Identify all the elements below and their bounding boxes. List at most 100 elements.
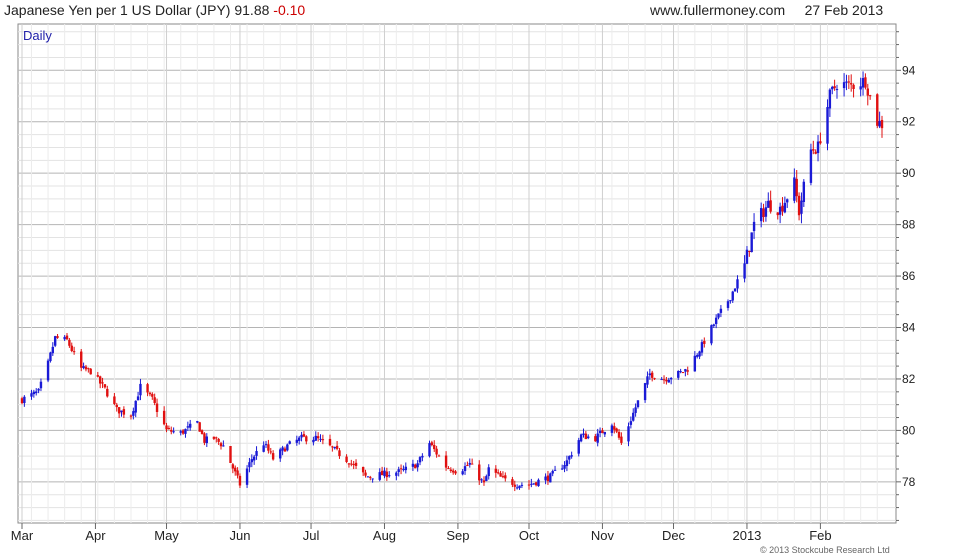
candle-body (845, 81, 848, 83)
copyright-notice: © 2013 Stockcube Research Ltd (760, 545, 890, 555)
candle-body (648, 373, 652, 376)
candle-body (305, 436, 308, 442)
candle-body (134, 400, 137, 413)
y-tick-label: 82 (902, 372, 916, 386)
candle-body (504, 475, 507, 479)
candle-body (238, 475, 242, 486)
candle-body (613, 426, 616, 430)
candle-body (30, 393, 33, 397)
candle-body (136, 396, 140, 401)
candle-body (831, 86, 834, 90)
candle-body (53, 336, 57, 346)
candle-body (485, 476, 488, 482)
candle-body (236, 470, 239, 476)
candle-body (693, 355, 697, 372)
candle-body (494, 468, 498, 473)
candle-body (515, 487, 519, 489)
candle-body (461, 471, 464, 475)
candle-body (861, 78, 865, 88)
x-tick-label: Feb (809, 528, 831, 543)
candle-body (726, 301, 730, 308)
candle-body (712, 324, 715, 326)
candle-body (186, 426, 190, 428)
candle-body (139, 383, 142, 396)
candle-body (532, 483, 535, 485)
candle-body (364, 472, 367, 476)
candle-body (347, 463, 351, 465)
candle-body (783, 202, 787, 213)
candle-body (165, 425, 168, 430)
candle (579, 433, 583, 443)
candle-body (229, 446, 232, 463)
candle-body (46, 360, 50, 381)
x-tick-label: Dec (662, 528, 686, 543)
candle-body (113, 396, 116, 404)
y-tick-label: 78 (902, 475, 916, 489)
candle-body (380, 470, 384, 476)
candle-body (338, 450, 341, 457)
candle-body (868, 95, 872, 97)
candle-body (454, 471, 457, 474)
candle-body (451, 470, 455, 473)
candle-body (98, 376, 102, 384)
candle-body (302, 434, 306, 437)
candle-body (72, 351, 76, 353)
candle-body (745, 249, 749, 264)
period-label: Daily (23, 28, 52, 43)
candle-body (470, 463, 474, 465)
x-tick-label: Nov (591, 528, 615, 543)
candle-body (345, 456, 348, 463)
candle-body (563, 465, 566, 469)
candle-body (395, 472, 398, 476)
candle-body (579, 434, 583, 442)
candle-body (231, 464, 235, 469)
candle-body (795, 178, 798, 197)
candle-body (23, 396, 26, 404)
candle-body (297, 437, 301, 441)
candle (428, 440, 431, 458)
candle-body (350, 463, 353, 465)
candle-body (603, 432, 607, 435)
candle-body (800, 200, 803, 214)
candle-body (499, 473, 502, 477)
candle-body (430, 442, 434, 446)
candle-body (463, 466, 467, 471)
candle-body (132, 411, 135, 416)
candle-body (537, 479, 540, 487)
candle-body (513, 484, 516, 487)
candle-body (319, 438, 322, 440)
candle-body (179, 431, 182, 433)
candle (89, 367, 92, 375)
candle-body (222, 445, 225, 447)
candle (733, 288, 737, 292)
candle-body (518, 485, 521, 489)
candle-body (776, 212, 779, 216)
candle-body (219, 443, 223, 447)
candle-body (880, 119, 884, 129)
candle-body (300, 434, 303, 438)
candle-body (383, 470, 386, 477)
candle-body (189, 423, 192, 428)
candle-body (80, 351, 83, 368)
candle-body (32, 391, 36, 395)
y-tick-label: 88 (902, 218, 916, 232)
candle-body (117, 407, 121, 414)
candle-body (129, 415, 133, 417)
candle-body (151, 394, 154, 397)
candle-body (267, 444, 270, 451)
candle-body (371, 478, 374, 480)
candle (49, 351, 52, 363)
candle-body (665, 379, 668, 382)
candle-body (710, 325, 713, 344)
candle-body (155, 403, 159, 412)
candle-body (106, 388, 109, 397)
candle-body (478, 464, 481, 481)
candle-body (551, 471, 554, 474)
candle-body (819, 141, 822, 144)
candle-body (215, 437, 218, 439)
candle-body (361, 466, 365, 473)
candle-body (279, 449, 282, 459)
candle-body (416, 463, 419, 468)
candle-body (312, 439, 315, 443)
candle-body (115, 404, 118, 408)
